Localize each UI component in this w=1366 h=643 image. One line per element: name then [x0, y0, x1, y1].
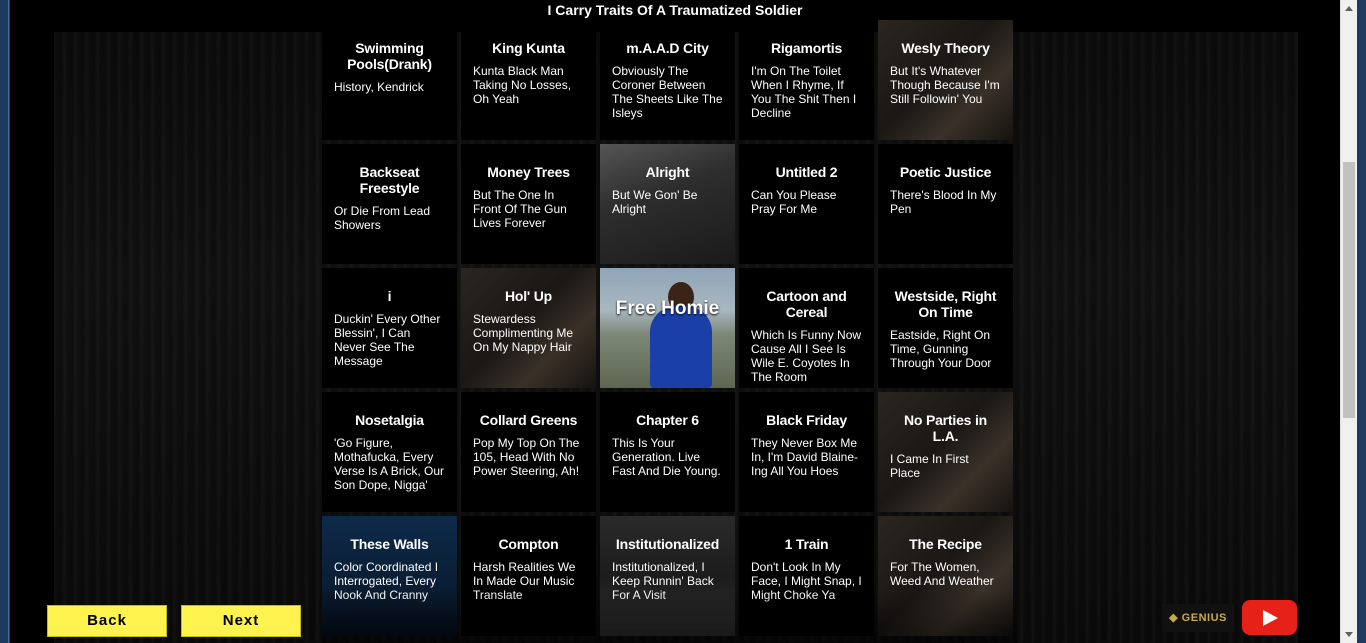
tile-the-recipe[interactable]: The Recipe For The Women, Weed And Weath… [878, 516, 1013, 636]
tile-title: Alright [645, 164, 690, 180]
tile-title: i [387, 288, 392, 304]
tile-lyric: But The One In Front Of The Gun Lives Fo… [473, 188, 567, 230]
tile-title: Institutionalized [615, 536, 720, 552]
tile-title: m.A.A.D City [626, 40, 709, 56]
tile-hol-up[interactable]: Hol' Up Stewardess Complimenting Me On M… [461, 268, 596, 388]
tile-lyric: But We Gon' Be Alright [612, 188, 698, 216]
tile-title: 1 Train [784, 536, 829, 552]
tile-title: Compton [498, 536, 559, 552]
tile-collard-greens[interactable]: Collard Greens Pop My Top On The 105, He… [461, 392, 596, 512]
tile-lyric: 'Go Figure, Mothafucka, Every Verse Is A… [334, 436, 445, 492]
tile-lyric: Pop My Top On The 105, Head With No Powe… [473, 436, 580, 478]
tile-lyric: But It's Whatever Though Because I'm Sti… [890, 64, 1000, 106]
tile-nosetalgia[interactable]: Nosetalgia 'Go Figure, Mothafucka, Every… [322, 392, 457, 512]
tile-title: Untitled 2 [775, 164, 838, 180]
back-button[interactable]: Back [47, 605, 167, 637]
tile-lyric: There's Blood In My Pen [890, 188, 997, 216]
tile-title: Collard Greens [479, 412, 578, 428]
tile-title: Nosetalgia [355, 412, 424, 428]
tile-swimming-pools[interactable]: Swimming Pools(Drank) History, Kendrick [322, 20, 457, 140]
scrollbar-thumb[interactable] [1343, 162, 1355, 418]
tile-title: Black Friday [766, 412, 847, 428]
scroll-down-arrow-icon[interactable] [1341, 626, 1357, 643]
tile-lyric: Color Coordinated I Interrogated, Every … [334, 560, 439, 602]
tile-title: Backseat Freestyle [359, 164, 420, 196]
genius-label: GENIUS [1181, 612, 1227, 624]
tile-i[interactable]: i Duckin' Every Other Blessin', I Can Ne… [322, 268, 457, 388]
tile-title: Swimming Pools(Drank) [347, 40, 432, 72]
tile-title: These Walls [350, 536, 429, 552]
tile-rigamortis[interactable]: Rigamortis I'm On The Toilet When I Rhym… [739, 20, 874, 140]
vertical-scrollbar[interactable] [1340, 0, 1357, 643]
tile-money-trees[interactable]: Money Trees But The One In Front Of The … [461, 144, 596, 264]
tile-lyric: For The Women, Weed And Weather [890, 560, 994, 588]
scroll-up-arrow-icon[interactable] [1341, 0, 1357, 17]
song-grid: Swimming Pools(Drank) History, Kendrick … [322, 20, 1017, 640]
next-button[interactable]: Next [181, 605, 301, 637]
tile-compton[interactable]: Compton Harsh Realities We In Made Our M… [461, 516, 596, 636]
tile-lyric: Or Die From Lead Showers [334, 204, 431, 232]
tile-title: The Recipe [909, 536, 982, 552]
diamond-icon: ◆ [1169, 612, 1179, 624]
youtube-play-icon[interactable] [1242, 600, 1297, 635]
tile-lyric: I Came In First Place [890, 452, 969, 480]
tile-lyric: They Never Box Me In, I'm David Blaine-I… [751, 436, 858, 478]
tile-wesly-theory[interactable]: Wesly Theory But It's Whatever Though Be… [878, 20, 1013, 140]
page-title: I Carry Traits Of A Traumatized Soldier [547, 2, 803, 18]
tile-1-train[interactable]: 1 Train Don't Look In My Face, I Might S… [739, 516, 874, 636]
tile-institutionalized[interactable]: Institutionalized Institutionalized, I K… [600, 516, 735, 636]
tile-lyric: Don't Look In My Face, I Might Snap, I M… [751, 560, 862, 602]
page: I Carry Traits Of A Traumatized Soldier … [10, 0, 1340, 643]
tile-title: Hol' Up [504, 288, 553, 304]
genius-badge[interactable]: ◆ GENIUS [1162, 604, 1234, 632]
tile-cartoon-and-cereal[interactable]: Cartoon and Cereal Which Is Funny Now Ca… [739, 268, 874, 388]
tile-title: No Parties in L.A. [904, 412, 987, 444]
tile-lyric: History, Kendrick [334, 80, 424, 94]
window-left-border [0, 0, 10, 643]
window-right-border [1357, 0, 1366, 643]
tile-black-friday[interactable]: Black Friday They Never Box Me In, I'm D… [739, 392, 874, 512]
tile-lyric: I'm On The Toilet When I Rhyme, If You T… [751, 64, 857, 120]
tile-these-walls[interactable]: These Walls Color Coordinated I Interrog… [322, 516, 457, 636]
tile-lyric: Obviously The Coroner Between The Sheets… [612, 64, 723, 120]
tile-maad-city[interactable]: m.A.A.D City Obviously The Coroner Betwe… [600, 20, 735, 140]
tile-lyric: Duckin' Every Other Blessin', I Can Neve… [334, 312, 441, 368]
tile-free-homie[interactable]: Free Homie [600, 268, 735, 388]
tile-title: Rigamortis [770, 40, 843, 56]
tile-title: Money Trees [487, 164, 570, 180]
tile-lyric: Can You Please Pray For Me [751, 188, 837, 216]
tile-lyric: Eastside, Right On Time, Gunning Through… [890, 328, 992, 370]
tile-title: King Kunta [492, 40, 565, 56]
tile-no-parties-in-la[interactable]: No Parties in L.A. I Came In First Place [878, 392, 1013, 512]
tile-backseat-freestyle[interactable]: Backseat Freestyle Or Die From Lead Show… [322, 144, 457, 264]
tile-lyric: Harsh Realities We In Made Our Music Tra… [473, 560, 576, 602]
tile-title: Free Homie [615, 298, 720, 319]
tile-title: Wesly Theory [901, 40, 990, 56]
tile-chapter-6[interactable]: Chapter 6 This Is Your Generation. Live … [600, 392, 735, 512]
tile-king-kunta[interactable]: King Kunta Kunta Black Man Taking No Los… [461, 20, 596, 140]
tile-title: Poetic Justice [899, 164, 992, 180]
tile-untitled-2[interactable]: Untitled 2 Can You Please Pray For Me [739, 144, 874, 264]
tile-lyric: Stewardess Complimenting Me On My Nappy … [473, 312, 574, 354]
tile-lyric: Institutionalized, I Keep Runnin' Back F… [612, 560, 714, 602]
tile-lyric: Which Is Funny Now Cause All I See Is Wi… [751, 328, 862, 384]
tile-title: Chapter 6 [636, 412, 699, 428]
tile-title: Cartoon and Cereal [766, 288, 847, 320]
tile-alright[interactable]: Alright But We Gon' Be Alright [600, 144, 735, 264]
tile-title: Westside, Right On Time [894, 288, 997, 320]
tile-lyric: This Is Your Generation. Live Fast And D… [612, 436, 721, 478]
tile-lyric: Kunta Black Man Taking No Losses, Oh Yea… [473, 64, 572, 106]
tile-westside-right-on-time[interactable]: Westside, Right On Time Eastside, Right … [878, 268, 1013, 388]
tile-poetic-justice[interactable]: Poetic Justice There's Blood In My Pen [878, 144, 1013, 264]
